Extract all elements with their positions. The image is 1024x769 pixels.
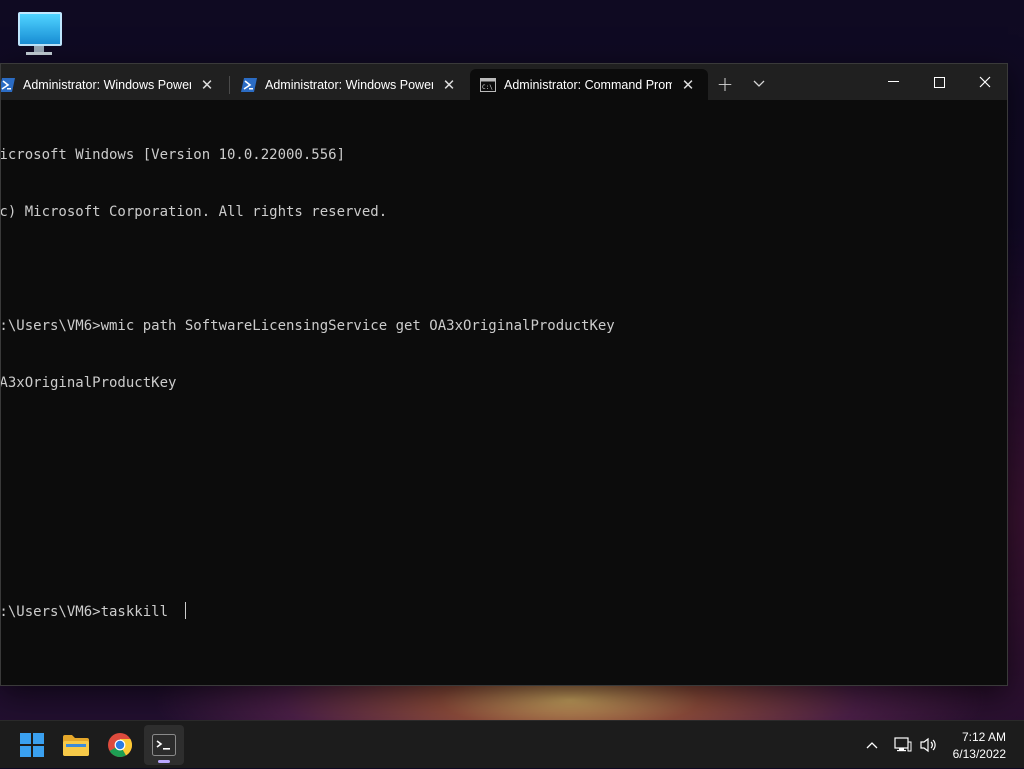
minimize-button[interactable] xyxy=(870,64,916,100)
text-cursor xyxy=(185,602,187,619)
console-line: C:\Users\VM6>wmic path SoftwareLicensing… xyxy=(1,318,615,334)
network-button[interactable] xyxy=(894,721,912,769)
tab-powershell-2[interactable]: Administrator: Windows PowerShell ✕ xyxy=(231,69,467,100)
chrome-button[interactable] xyxy=(100,725,140,765)
console-line: Microsoft Windows [Version 10.0.22000.55… xyxy=(1,147,346,163)
tab-label: Administrator: Windows PowerShell xyxy=(265,77,433,92)
powershell-icon xyxy=(241,77,257,93)
speaker-icon xyxy=(920,737,936,753)
tab-label: Administrator: Windows PowerShell xyxy=(23,77,191,92)
svg-text:C:\: C:\ xyxy=(482,84,493,91)
tab-dropdown-button[interactable] xyxy=(744,69,774,99)
console-output[interactable]: Microsoft Windows [Version 10.0.22000.55… xyxy=(1,100,1007,685)
close-icon xyxy=(979,76,991,88)
volume-button[interactable] xyxy=(920,721,938,769)
cmd-icon: C:\ xyxy=(480,77,496,93)
terminal-taskbar-button[interactable] xyxy=(144,725,184,765)
clock[interactable]: 7:12 AM 6/13/2022 xyxy=(953,729,1006,763)
console-line: OA3xOriginalProductKey xyxy=(1,375,177,391)
maximize-icon xyxy=(933,76,945,88)
clock-time: 7:12 AM xyxy=(961,730,1006,744)
tab-label: Administrator: Command Prompt xyxy=(504,77,672,92)
title-bar[interactable]: Administrator: Windows PowerShell ✕ Admi… xyxy=(1,64,1007,100)
file-explorer-icon xyxy=(63,735,89,756)
terminal-icon xyxy=(152,734,176,756)
tab-command-prompt[interactable]: C:\ Administrator: Command Prompt ✕ xyxy=(470,69,708,100)
network-icon xyxy=(894,737,912,752)
active-app-indicator xyxy=(158,760,170,763)
close-window-button[interactable] xyxy=(962,64,1008,100)
clock-date: 6/13/2022 xyxy=(952,747,1006,761)
prompt-input-text: C:\Users\VM6>taskkill xyxy=(1,604,177,620)
chrome-icon xyxy=(108,733,132,757)
windows-start-icon xyxy=(20,733,44,757)
close-tab-icon[interactable]: ✕ xyxy=(678,75,698,95)
new-tab-button[interactable]: + xyxy=(710,69,740,99)
start-button[interactable] xyxy=(12,725,52,765)
powershell-icon xyxy=(1,77,15,93)
tab-powershell-1[interactable]: Administrator: Windows PowerShell ✕ xyxy=(1,69,227,100)
console-line: (c) Microsoft Corporation. All rights re… xyxy=(1,204,388,220)
minimize-icon xyxy=(887,81,899,82)
prompt-line[interactable]: C:\Users\VM6>taskkill xyxy=(1,602,997,621)
close-tab-icon[interactable]: ✕ xyxy=(439,75,459,95)
taskbar: 7:12 AM 6/13/2022 xyxy=(0,720,1024,768)
show-hidden-icons-button[interactable] xyxy=(866,721,878,769)
close-tab-icon[interactable]: ✕ xyxy=(197,75,217,95)
terminal-window: Administrator: Windows PowerShell ✕ Admi… xyxy=(0,63,1008,686)
this-pc-desktop-icon[interactable] xyxy=(14,8,70,64)
maximize-button[interactable] xyxy=(916,64,962,100)
plus-icon: + xyxy=(716,72,734,96)
chevron-up-icon xyxy=(866,742,878,749)
file-explorer-button[interactable] xyxy=(56,725,96,765)
chevron-down-icon xyxy=(753,80,765,87)
monitor-icon xyxy=(18,12,62,46)
